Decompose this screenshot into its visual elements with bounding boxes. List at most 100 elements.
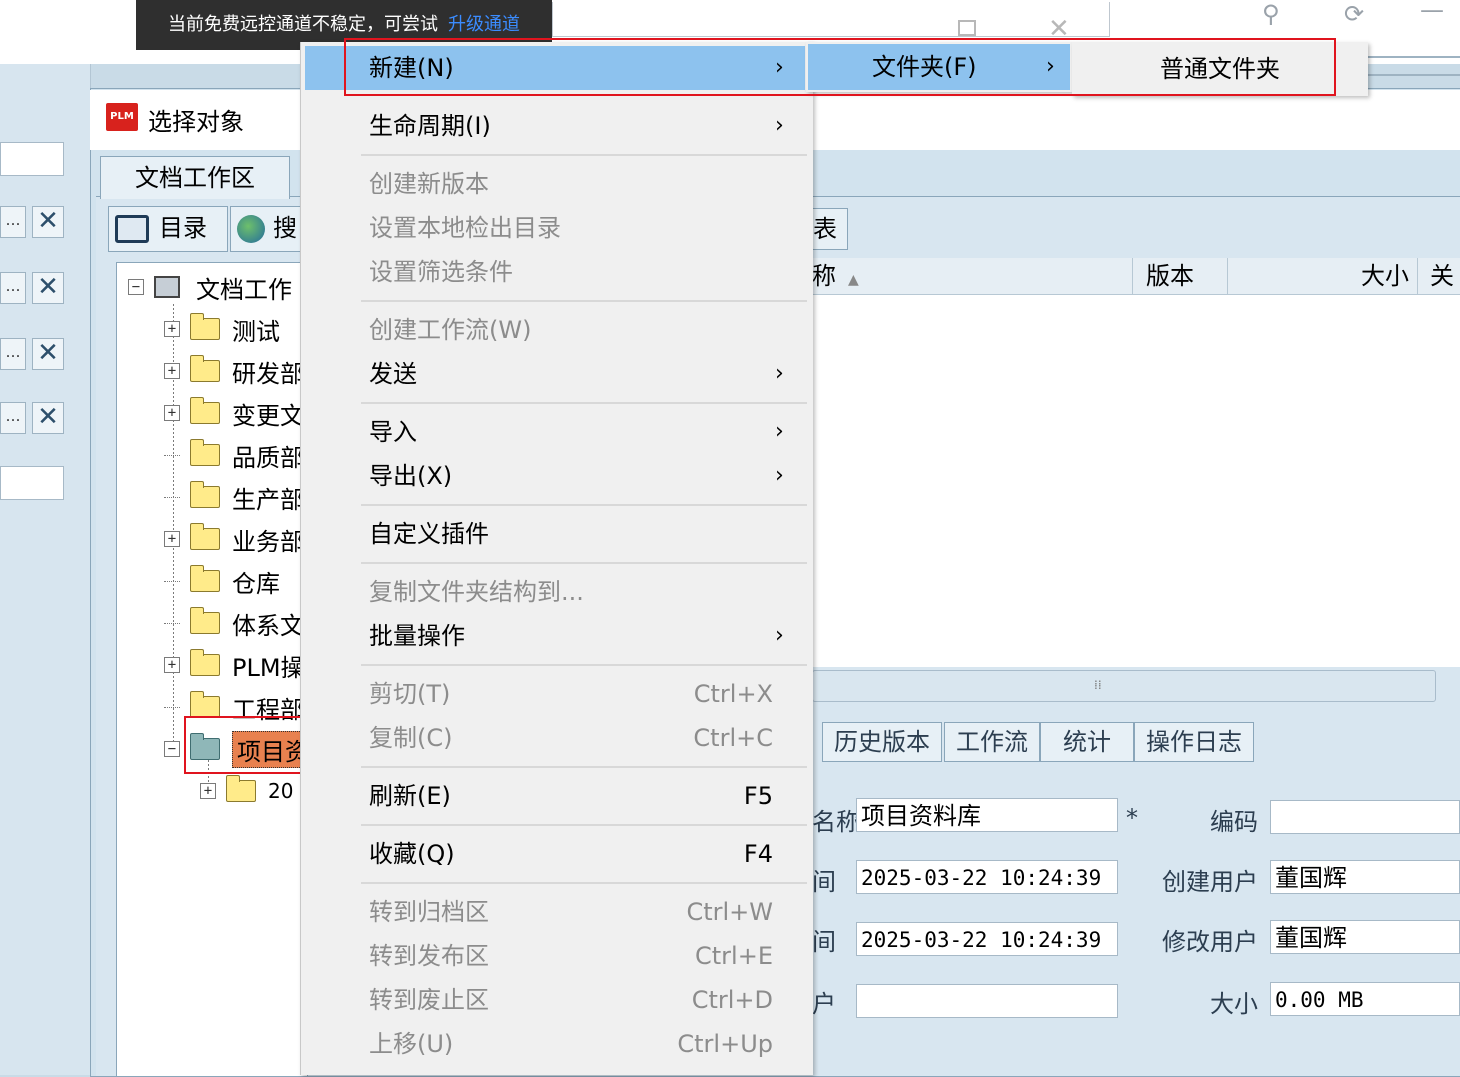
menu-item-lifecycle-label: 生命周期(I) — [369, 112, 491, 140]
expand-icon[interactable]: + — [200, 783, 216, 799]
create-time-field[interactable]: 2025-03-22 10:24:39 — [856, 860, 1118, 894]
clear-button-3[interactable]: ✕ — [32, 338, 64, 370]
browse-button-4[interactable]: … — [0, 402, 26, 434]
expand-icon[interactable]: + — [164, 657, 180, 673]
tab-list[interactable]: 表 — [812, 208, 848, 250]
tree-node[interactable]: + PLM操 — [164, 648, 305, 682]
menu-item-export-label: 导出(X) — [369, 462, 453, 490]
menu-item-move-up-label: 上移(U) — [369, 1030, 454, 1058]
menu-item-to-obsolete[interactable]: 转到废止区 Ctrl+D — [301, 978, 813, 1022]
collapse-icon[interactable]: − — [128, 279, 144, 295]
detail-tab[interactable]: 统计 — [1040, 722, 1134, 762]
menu-item-create-version[interactable]: 创建新版本 — [301, 162, 813, 206]
tree-node-label: 体系文 — [232, 611, 304, 640]
upgrade-channel-link[interactable]: 升级通道 — [448, 14, 520, 35]
column-name[interactable]: 称 ▲ — [812, 258, 1133, 294]
menu-item-favorite-label: 收藏(Q) — [369, 840, 455, 868]
tree-root[interactable]: − 文档工作 — [128, 270, 292, 304]
menu-item-copy-structure[interactable]: 复制文件夹结构到... — [301, 570, 813, 614]
menu-item-send[interactable]: 发送 › — [301, 352, 813, 396]
tree-node-label: 生产部 — [232, 485, 304, 514]
menu-item-favorite[interactable]: 收藏(Q) F4 — [301, 832, 813, 876]
folder-icon — [190, 481, 220, 508]
menu-item-lifecycle[interactable]: 生命周期(I) › — [301, 104, 813, 148]
column-related[interactable]: 关 — [1420, 258, 1460, 294]
expand-icon[interactable]: + — [164, 363, 180, 379]
list-header: 称 ▲ 版本 大小 关 — [812, 258, 1460, 295]
collapse-icon[interactable]: − — [164, 741, 180, 757]
menu-item-copy-label: 复制(C) — [369, 724, 453, 752]
modify-user-field[interactable]: 董国辉 — [1270, 920, 1460, 954]
tab-directory[interactable]: 目录 — [108, 206, 228, 252]
refresh-icon[interactable]: ⟳ — [1344, 0, 1364, 28]
folder-icon — [190, 313, 220, 340]
tree-node[interactable]: + 变更文 — [164, 396, 304, 430]
menu-item-refresh[interactable]: 刷新(E) F5 — [301, 774, 813, 818]
clear-button-4[interactable]: ✕ — [32, 402, 64, 434]
tree-node-child[interactable]: + 20 — [200, 774, 293, 808]
create-user-field[interactable]: 董国辉 — [1270, 860, 1460, 894]
browse-button-3[interactable]: … — [0, 338, 26, 370]
detail-tab[interactable]: 工作流 — [944, 722, 1040, 762]
tree-node-label: 测试 — [232, 317, 280, 346]
menu-item-batch[interactable]: 批量操作 › — [301, 614, 813, 658]
minimize-icon[interactable]: — — [1420, 0, 1444, 24]
menu-item-import[interactable]: 导入 › — [301, 410, 813, 454]
menu-item-set-filter-label: 设置筛选条件 — [369, 258, 513, 286]
chevron-right-icon: › — [775, 361, 784, 386]
user-field[interactable] — [856, 984, 1118, 1018]
browse-button-1[interactable]: … — [0, 206, 26, 238]
selected-node-highlight — [184, 716, 314, 774]
tree-node-label: 仓库 — [232, 569, 280, 598]
expand-icon[interactable]: + — [164, 531, 180, 547]
menu-item-set-checkout-dir[interactable]: 设置本地检出目录 — [301, 206, 813, 250]
code-field[interactable] — [1270, 800, 1460, 834]
menu-item-create-workflow[interactable]: 创建工作流(W) — [301, 308, 813, 352]
left-input-2[interactable] — [0, 466, 64, 500]
menu-item-export[interactable]: 导出(X) › — [301, 454, 813, 498]
modify-time-field[interactable]: 2025-03-22 10:24:39 — [856, 922, 1118, 956]
name-field[interactable]: 项目资料库 — [856, 798, 1118, 832]
menu-separator — [361, 766, 807, 768]
tree-node[interactable]: + 测试 — [164, 312, 280, 346]
menu-item-move-up[interactable]: 上移(U) Ctrl+Up — [301, 1022, 813, 1066]
menu-separator — [361, 824, 807, 826]
menu-item-create-workflow-label: 创建工作流(W) — [369, 316, 532, 344]
menu-item-copy[interactable]: 复制(C) Ctrl+C — [301, 716, 813, 760]
expand-icon[interactable]: + — [164, 405, 180, 421]
menu-item-custom-plugin[interactable]: 自定义插件 — [301, 512, 813, 556]
banner-text: 当前免费远控通道不稳定，可尝试 — [168, 14, 438, 35]
left-input-1[interactable] — [0, 142, 64, 176]
maximize-icon[interactable] — [958, 20, 976, 36]
title-underline — [1368, 56, 1460, 76]
chevron-right-icon: › — [775, 419, 784, 444]
column-size[interactable]: 大小 — [1230, 258, 1418, 294]
column-version[interactable]: 版本 — [1134, 258, 1228, 294]
clear-button-1[interactable]: ✕ — [32, 206, 64, 238]
browse-button-2[interactable]: … — [0, 272, 26, 304]
clear-button-2[interactable]: ✕ — [32, 272, 64, 304]
search-icon[interactable]: ⚲ — [1262, 0, 1280, 28]
menu-item-set-filter[interactable]: 设置筛选条件 — [301, 250, 813, 294]
menu-separator — [361, 882, 807, 884]
tree-node[interactable]: + 业务部 — [164, 522, 304, 556]
horizontal-scrollbar[interactable] — [812, 670, 1436, 702]
tab-document-workspace[interactable]: 文档工作区 — [100, 156, 290, 199]
tree-node-label: 品质部 — [232, 443, 304, 472]
menu-item-to-archive[interactable]: 转到归档区 Ctrl+W — [301, 890, 813, 934]
tree-node-label: 研发部 — [232, 359, 304, 388]
tree-node[interactable]: + 研发部 — [164, 354, 304, 388]
tree-node[interactable]: 体系文 — [164, 606, 304, 640]
plm-logo-icon: PLM — [106, 103, 138, 131]
tree-node[interactable]: 品质部 — [164, 438, 304, 472]
menu-item-to-publish[interactable]: 转到发布区 Ctrl+E — [301, 934, 813, 978]
tree-node[interactable]: 生产部 — [164, 480, 304, 514]
menu-item-cut[interactable]: 剪切(T) Ctrl+X — [301, 672, 813, 716]
tree-node[interactable]: 仓库 — [164, 564, 280, 598]
size-field[interactable]: 0.00 MB — [1270, 982, 1460, 1016]
detail-tab[interactable]: 历史版本 — [822, 722, 942, 762]
menu-item-custom-plugin-label: 自定义插件 — [369, 520, 489, 548]
expand-icon[interactable]: + — [164, 321, 180, 337]
detail-tab[interactable]: 操作日志 — [1134, 722, 1254, 762]
tree-spacer — [164, 454, 180, 456]
